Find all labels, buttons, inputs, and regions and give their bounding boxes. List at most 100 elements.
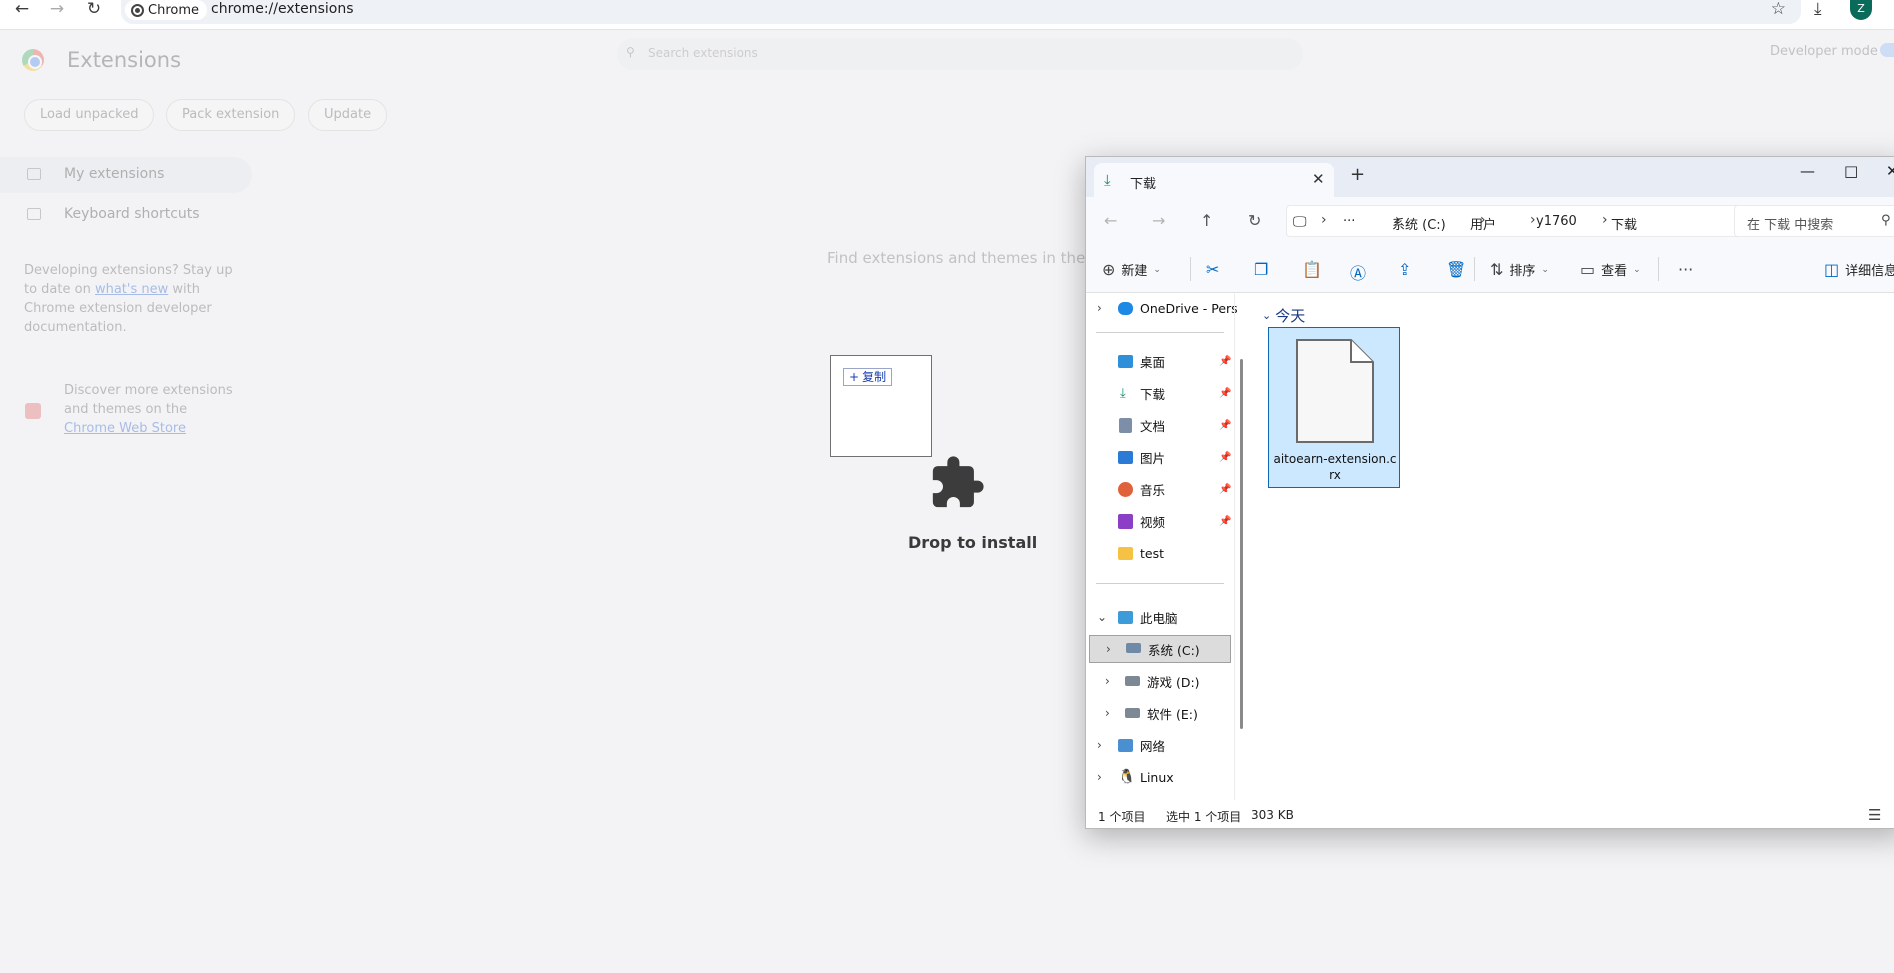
music-icon: [1118, 482, 1133, 497]
nav-item-onedrive[interactable]: › OneDrive - Pers: [1086, 294, 1238, 322]
chrome-web-store-link[interactable]: Chrome Web Store: [64, 421, 186, 436]
refresh-icon[interactable]: ↻: [1248, 211, 1261, 230]
details-view-icon[interactable]: ☰: [1868, 806, 1881, 824]
explorer-search-input[interactable]: 在 下载 中搜索 ⚲: [1734, 205, 1894, 237]
search-placeholder: 在 下载 中搜索: [1747, 218, 1834, 233]
document-icon: [1119, 418, 1132, 433]
back-icon[interactable]: ←: [11, 0, 33, 20]
more-options-button[interactable]: ···: [1678, 260, 1693, 279]
cut-button[interactable]: ✂: [1206, 260, 1219, 279]
nav-scrollbar[interactable]: [1240, 359, 1243, 729]
sort-button[interactable]: ⇅ 排序 ⌄: [1490, 260, 1549, 279]
my-extensions-label[interactable]: My extensions: [64, 166, 164, 182]
forward-icon[interactable]: →: [46, 0, 68, 20]
nav-item-linux[interactable]: › 🐧 Linux: [1086, 763, 1231, 791]
whats-new-link[interactable]: what's new: [95, 282, 168, 297]
divider: [1096, 583, 1224, 584]
details-pane-button[interactable]: ◫ 详细信息: [1824, 260, 1894, 279]
profile-avatar[interactable]: Z: [1850, 0, 1872, 20]
forward-icon[interactable]: →: [1152, 211, 1165, 230]
breadcrumb-item[interactable]: 用户: [1470, 214, 1496, 233]
update-button[interactable]: Update: [308, 99, 388, 131]
minimize-icon[interactable]: —: [1800, 162, 1815, 180]
breadcrumb[interactable]: 🖵 › ··· › 系统 (C:) › 用户 › y1760 › 下载: [1286, 205, 1808, 237]
reload-icon[interactable]: ↻: [83, 0, 105, 20]
nav-item-desktop[interactable]: 桌面 📌: [1086, 347, 1231, 375]
share-button[interactable]: ⇪: [1398, 260, 1411, 279]
site-info-chip[interactable]: Chrome: [125, 0, 207, 20]
nav-item-test[interactable]: test: [1086, 539, 1231, 567]
page-title: Extensions: [67, 48, 182, 72]
pin-icon[interactable]: 📌: [1219, 356, 1231, 367]
nav-item-drive-e[interactable]: › 软件 (E:): [1086, 699, 1231, 727]
address-bar[interactable]: Chrome chrome://extensions ☆: [121, 0, 1801, 24]
developer-mode-label: Developer mode: [1770, 44, 1878, 59]
pin-icon[interactable]: 📌: [1219, 484, 1231, 495]
browser-toolbar: ← → ↻ Chrome chrome://extensions ☆ ⤓ Z: [0, 0, 1894, 30]
developer-mode-toggle[interactable]: [1880, 43, 1894, 57]
nav-item-videos[interactable]: 视频 📌: [1086, 507, 1231, 535]
breadcrumb-item[interactable]: 下载: [1611, 214, 1637, 233]
rename-button[interactable]: Ⓐ: [1350, 260, 1366, 284]
add-circle-icon: ⊕: [1102, 260, 1116, 279]
downloads-icon[interactable]: ⤓: [1814, 0, 1822, 18]
delete-button[interactable]: 🗑: [1446, 260, 1466, 279]
nav-item-pictures[interactable]: 图片 📌: [1086, 443, 1231, 471]
copy-badge: + 复制: [843, 368, 893, 386]
nav-item-network[interactable]: › 网络: [1086, 731, 1231, 759]
chevron-down-icon: ⌄: [1262, 309, 1272, 322]
keyboard-shortcuts-label[interactable]: Keyboard shortcuts: [64, 206, 200, 222]
nav-item-drive-c[interactable]: › 系统 (C:): [1089, 635, 1231, 663]
chevron-down-icon: ⌄: [1541, 264, 1549, 275]
load-unpacked-button[interactable]: Load unpacked: [24, 99, 155, 131]
pin-icon[interactable]: 📌: [1219, 388, 1231, 399]
back-icon[interactable]: ←: [1104, 211, 1117, 230]
search-placeholder: Search extensions: [648, 46, 758, 60]
drop-to-install-label: Drop to install: [908, 533, 1038, 552]
breadcrumb-item[interactable]: 系统 (C:): [1392, 214, 1446, 233]
drive-icon: [1126, 643, 1141, 653]
group-header-today[interactable]: ⌄ 今天: [1262, 305, 1305, 326]
chevron-right-icon[interactable]: ›: [1105, 674, 1110, 688]
paste-button[interactable]: 📋: [1302, 260, 1322, 279]
pin-icon[interactable]: 📌: [1219, 516, 1231, 527]
chevron-right-icon[interactable]: ›: [1106, 642, 1111, 656]
up-icon[interactable]: ↑: [1200, 211, 1213, 230]
tab-downloads[interactable]: ⤓ 下载 ✕: [1094, 163, 1334, 197]
breadcrumb-item[interactable]: y1760: [1536, 214, 1577, 229]
explorer-address-row: ← → ↑ ↻ 🖵 › ··· › 系统 (C:) › 用户 › y1760 ›…: [1086, 197, 1894, 245]
rename-icon: Ⓐ: [1350, 264, 1367, 283]
drive-icon: [1125, 708, 1140, 718]
copy-button[interactable]: ❐: [1254, 260, 1268, 279]
monitor-icon: 🖵: [1293, 214, 1307, 230]
file-item[interactable]: aitoearn-extension.crx: [1268, 327, 1400, 488]
url-text[interactable]: chrome://extensions: [211, 0, 354, 18]
nav-item-this-pc[interactable]: ⌄ 此电脑: [1086, 603, 1231, 631]
close-tab-icon[interactable]: ✕: [1312, 170, 1325, 188]
file-explorer-window[interactable]: ⤓ 下载 ✕ + — □ ✕ ← → ↑ ↻ 🖵 › ··· › 系统 (C:)…: [1085, 156, 1894, 829]
chevron-right-icon[interactable]: ›: [1097, 770, 1102, 784]
close-window-icon[interactable]: ✕: [1886, 162, 1894, 180]
chevron-down-icon[interactable]: ⌄: [1097, 610, 1107, 624]
view-button[interactable]: ▭ 查看 ⌄: [1580, 260, 1641, 279]
nav-item-drive-d[interactable]: › 游戏 (D:): [1086, 667, 1231, 695]
pack-extension-button[interactable]: Pack extension: [166, 99, 296, 131]
chevron-right-icon: ›: [1321, 212, 1327, 228]
chevron-right-icon[interactable]: ›: [1097, 738, 1102, 752]
pin-icon[interactable]: 📌: [1219, 452, 1231, 463]
nav-item-music[interactable]: 音乐 📌: [1086, 475, 1231, 503]
network-icon: [1118, 739, 1133, 752]
more-icon[interactable]: ···: [1343, 214, 1355, 229]
nav-item-downloads[interactable]: ⤓ 下载 📌: [1086, 379, 1231, 407]
chevron-right-icon[interactable]: ›: [1105, 706, 1110, 720]
nav-item-documents[interactable]: 文档 📌: [1086, 411, 1231, 439]
maximize-icon[interactable]: □: [1844, 162, 1858, 180]
chevron-right-icon[interactable]: ›: [1097, 301, 1102, 315]
new-tab-icon[interactable]: +: [1350, 166, 1365, 184]
status-bar: 1 个项目 选中 1 个项目 303 KB ☰: [1086, 800, 1894, 828]
bookmark-star-icon[interactable]: ☆: [1771, 0, 1786, 18]
explorer-titlebar[interactable]: ⤓ 下载 ✕ + — □ ✕: [1086, 157, 1894, 197]
pin-icon[interactable]: 📌: [1219, 420, 1231, 431]
new-button[interactable]: ⊕ 新建 ⌄: [1102, 260, 1161, 279]
onedrive-cloud-icon: [1118, 302, 1133, 315]
